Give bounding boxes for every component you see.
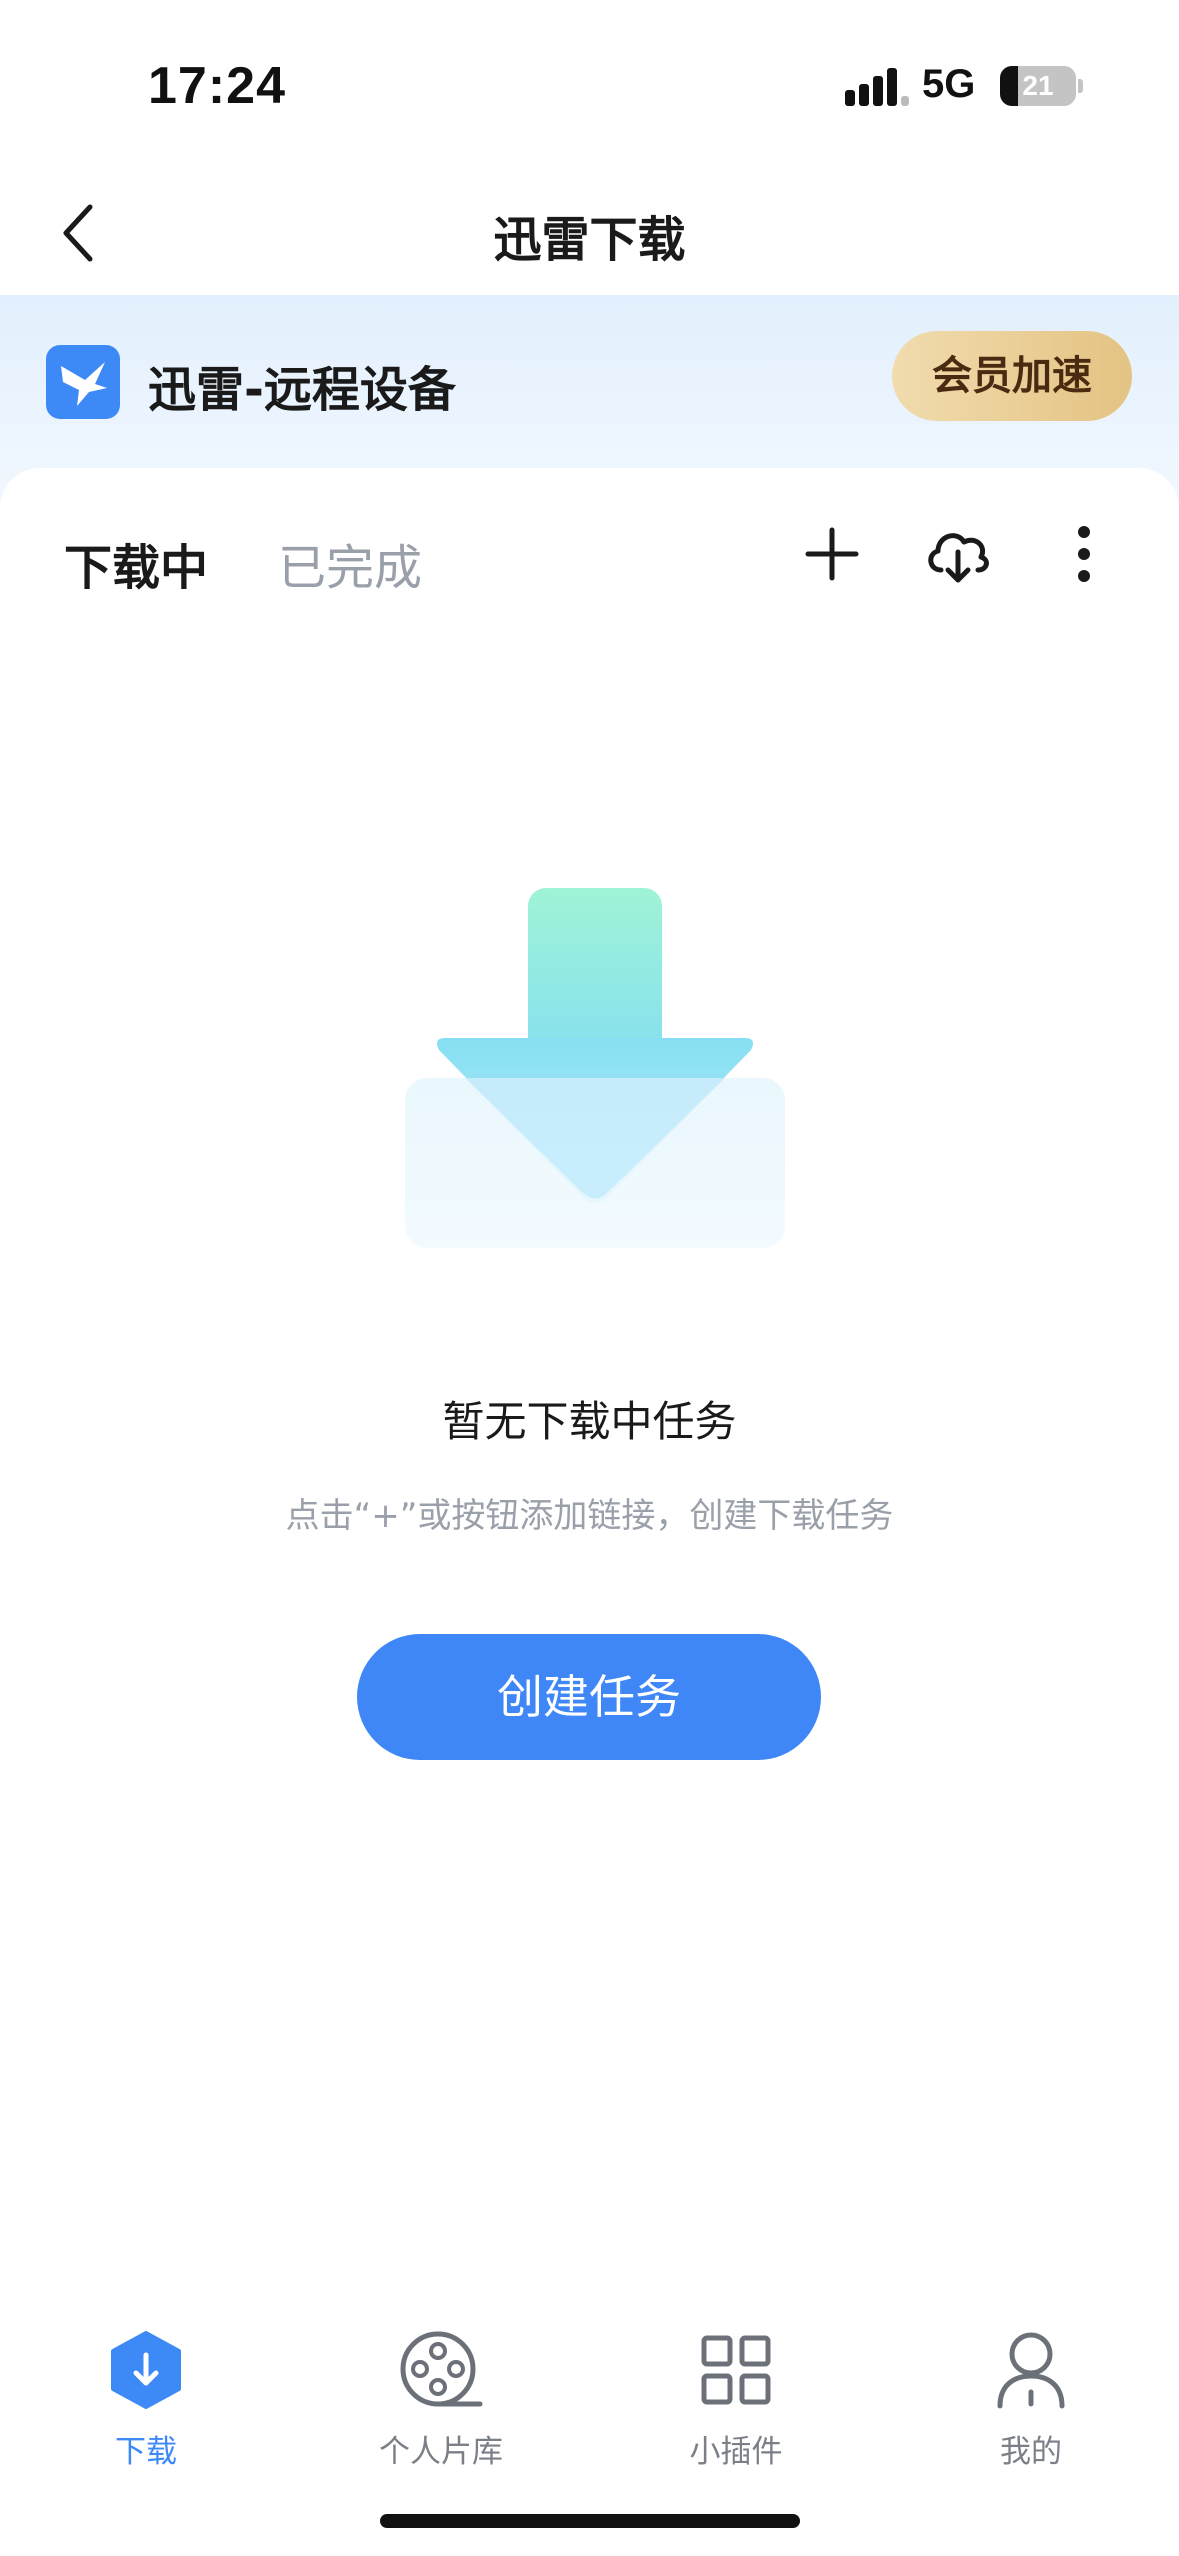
bottom-tab-bar: 下载 个人片库 小插件 我的 xyxy=(0,2268,1179,2556)
nav-bar: 迅雷下载 xyxy=(0,170,1179,295)
tab-bar-library[interactable]: 个人片库 xyxy=(341,2320,541,2470)
download-panel: 下载中 已完成 暂无下载中任务 点击“+”或按钮添加链接，创建下载任务 创建任务 xyxy=(0,468,1179,2268)
tab-bar-label: 下载 xyxy=(115,2434,177,2470)
battery-level: 21 xyxy=(1022,70,1054,101)
tab-bar-plugins[interactable]: 小插件 xyxy=(636,2320,836,2470)
vip-accelerate-button[interactable]: 会员加速 xyxy=(892,331,1132,421)
add-task-button[interactable] xyxy=(794,516,870,592)
status-bar: 17:24 5G 21 xyxy=(0,0,1179,170)
cloud-download-icon xyxy=(928,533,989,583)
tab-completed[interactable]: 已完成 xyxy=(278,528,422,598)
page-title: 迅雷下载 xyxy=(493,212,686,268)
empty-state-hint: 点击“+”或按钮添加链接，创建下载任务 xyxy=(285,1496,894,1536)
signal-strength-icon xyxy=(845,66,909,106)
tab-bar-label: 个人片库 xyxy=(379,2434,503,2470)
more-options-button[interactable] xyxy=(1046,516,1122,592)
tab-downloading[interactable]: 下载中 xyxy=(64,528,208,598)
more-vertical-icon xyxy=(1078,526,1090,582)
tab-bar-download[interactable]: 下载 xyxy=(46,2320,246,2470)
film-reel-icon xyxy=(391,2320,491,2420)
status-time: 17:24 xyxy=(148,57,286,115)
plus-icon xyxy=(805,527,859,581)
person-icon xyxy=(981,2320,1081,2420)
tab-bar-mine[interactable]: 我的 xyxy=(931,2320,1131,2470)
network-type: 5G xyxy=(922,62,976,106)
battery-icon: 21 xyxy=(1000,66,1076,106)
battery-cap xyxy=(1078,79,1083,93)
grid-icon xyxy=(686,2320,786,2420)
tab-bar-label: 小插件 xyxy=(689,2434,783,2470)
home-indicator[interactable] xyxy=(380,2514,800,2528)
tab-bar-label: 我的 xyxy=(1000,2434,1062,2470)
empty-state-title: 暂无下载中任务 xyxy=(442,1397,737,1446)
thunder-bird-icon xyxy=(46,345,120,419)
empty-download-illustration xyxy=(395,888,795,1258)
cloud-download-button[interactable] xyxy=(920,516,996,592)
device-name[interactable]: 迅雷-远程设备 xyxy=(148,350,456,420)
create-task-button[interactable]: 创建任务 xyxy=(357,1634,821,1760)
download-hexagon-icon xyxy=(96,2320,196,2420)
